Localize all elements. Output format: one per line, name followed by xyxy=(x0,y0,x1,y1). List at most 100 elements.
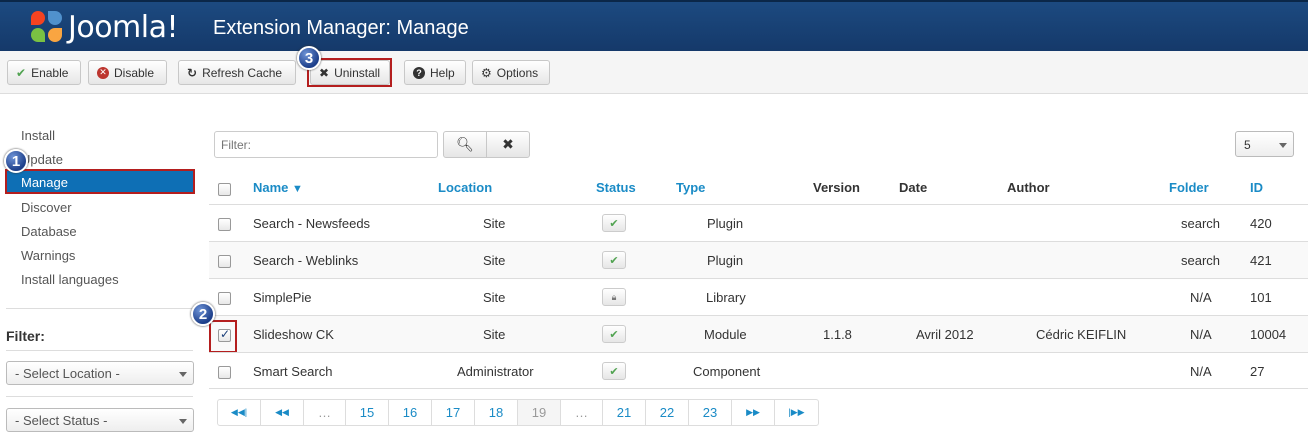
check-icon: ✔ xyxy=(16,65,27,80)
disable-button[interactable]: ✕ Disable xyxy=(88,60,167,85)
enable-button[interactable]: ✔ Enable xyxy=(7,60,81,85)
column-header-location[interactable]: Location xyxy=(438,180,492,195)
row-id: 420 xyxy=(1250,216,1272,231)
chevron-down-icon: ▼ xyxy=(292,183,303,195)
chevron-down-icon xyxy=(1279,143,1287,148)
list-limit-value: 5 xyxy=(1244,138,1251,152)
row-location: Site xyxy=(483,216,506,231)
pagination-page-current: 19 xyxy=(518,400,561,425)
row-folder: N/A xyxy=(1190,364,1212,379)
check-icon: ✔ xyxy=(609,217,619,230)
pagination-ellipsis: … xyxy=(304,400,346,425)
lock-icon: 🔒︎ xyxy=(611,291,617,302)
sidebar-item-install[interactable]: Install xyxy=(21,128,55,143)
logo-text: Joomla! xyxy=(68,9,179,45)
column-header-type[interactable]: Type xyxy=(676,180,705,195)
row-version: 1.1.8 xyxy=(823,327,852,342)
select-location-dropdown[interactable]: - Select Location - xyxy=(6,361,194,385)
list-limit-select[interactable]: 5 xyxy=(1235,131,1294,157)
select-location-value: - Select Location - xyxy=(15,366,120,381)
enabled-status-button[interactable]: ✔ xyxy=(602,251,626,269)
sidebar-item-install-languages[interactable]: Install languages xyxy=(21,272,119,287)
prev-page-icon: ◀◀ xyxy=(275,407,289,417)
select-all-checkbox[interactable] xyxy=(218,183,231,196)
refresh-cache-button[interactable]: ↻ Refresh Cache xyxy=(178,60,296,85)
enabled-status-button[interactable]: ✔ xyxy=(602,214,626,232)
row-location: Site xyxy=(483,327,506,342)
column-header-author: Author xyxy=(1007,180,1050,195)
sidebar-divider-2 xyxy=(6,350,193,351)
row-location: Administrator xyxy=(457,364,534,379)
step-badge-2: 2 xyxy=(191,302,215,326)
manage-highlight xyxy=(5,169,195,194)
row-location: Site xyxy=(483,253,506,268)
table-row: Search - Weblinks Site ✔ Plugin search 4… xyxy=(209,241,1308,278)
row-checkbox[interactable] xyxy=(218,292,231,305)
enabled-status-button[interactable]: ✔ xyxy=(602,362,626,380)
enabled-status-button[interactable]: ✔ xyxy=(602,325,626,343)
check-icon: ✔ xyxy=(609,254,619,267)
row-id: 27 xyxy=(1250,364,1265,379)
question-icon: ? xyxy=(413,66,425,79)
pagination-ellipsis: … xyxy=(561,400,603,425)
pagination-page[interactable]: 16 xyxy=(389,400,432,425)
row-type: Plugin xyxy=(707,216,744,231)
row-name[interactable]: Search - Newsfeeds xyxy=(253,216,370,231)
step-badge-3: 3 xyxy=(297,46,321,70)
row-name[interactable]: Slideshow CK xyxy=(253,327,334,342)
help-label: Help xyxy=(430,65,455,80)
pagination-page[interactable]: 21 xyxy=(603,400,646,425)
pagination-page[interactable]: 23 xyxy=(689,400,732,425)
row-type: Module xyxy=(704,327,747,342)
pagination-next[interactable]: ▶▶ xyxy=(732,400,775,425)
joomla-logo-icon xyxy=(30,10,64,44)
checkbox-highlight xyxy=(209,320,237,353)
row-name[interactable]: SimplePie xyxy=(253,290,312,305)
table-row: Search - Newsfeeds Site ✔ Plugin search … xyxy=(209,204,1308,241)
help-button[interactable]: ? Help xyxy=(404,60,466,85)
pagination-first[interactable]: ◀◀| xyxy=(218,400,261,425)
row-id: 101 xyxy=(1250,290,1272,305)
toolbar: ✔ Enable ✕ Disable ↻ Refresh Cache ✖ Uni… xyxy=(0,51,1308,94)
row-location: Site xyxy=(483,290,506,305)
row-name[interactable]: Smart Search xyxy=(253,364,332,379)
column-header-name[interactable]: Name ▼ xyxy=(253,180,303,195)
column-header-date: Date xyxy=(899,180,928,195)
pagination-prev[interactable]: ◀◀ xyxy=(261,400,304,425)
pagination-page[interactable]: 17 xyxy=(432,400,475,425)
sidebar-divider xyxy=(6,308,193,309)
select-status-dropdown[interactable]: - Select Status - xyxy=(6,408,194,432)
joomla-logo[interactable]: Joomla! xyxy=(30,8,179,46)
search-button[interactable]: 🔍︎ xyxy=(443,131,487,158)
column-header-folder[interactable]: Folder xyxy=(1169,180,1209,195)
row-checkbox[interactable] xyxy=(218,255,231,268)
row-checkbox[interactable] xyxy=(218,366,231,379)
table-row: Smart Search Administrator ✔ Component N… xyxy=(209,352,1308,389)
pagination-page[interactable]: 15 xyxy=(346,400,389,425)
pagination-page[interactable]: 18 xyxy=(475,400,518,425)
disable-label: Disable xyxy=(114,65,155,80)
pagination-page[interactable]: 22 xyxy=(646,400,689,425)
row-name[interactable]: Search - Weblinks xyxy=(253,253,358,268)
options-button[interactable]: ⚙ Options xyxy=(472,60,550,85)
refresh-label: Refresh Cache xyxy=(202,65,283,80)
search-filter-input[interactable] xyxy=(214,131,438,158)
sidebar-filter-heading: Filter: xyxy=(6,328,45,344)
row-checkbox[interactable] xyxy=(218,218,231,231)
header-bar: Joomla! Extension Manager: Manage xyxy=(0,0,1308,51)
column-header-id[interactable]: ID xyxy=(1250,180,1263,195)
clear-button[interactable]: ✖ xyxy=(486,131,530,158)
row-date: Avril 2012 xyxy=(916,327,974,342)
next-page-icon: ▶▶ xyxy=(746,407,760,417)
sidebar-item-warnings[interactable]: Warnings xyxy=(21,248,75,263)
sidebar-item-database[interactable]: Database xyxy=(21,224,77,239)
enable-label: Enable xyxy=(31,65,69,80)
row-folder: search xyxy=(1181,253,1221,268)
pagination: ◀◀| ◀◀ … 15 16 17 18 19 … 21 22 23 ▶▶ |▶… xyxy=(217,399,819,426)
column-header-status[interactable]: Status xyxy=(596,180,636,195)
sidebar-item-discover[interactable]: Discover xyxy=(21,200,72,215)
table-row: Slideshow CK Site ✔ Module 1.1.8 Avril 2… xyxy=(209,315,1308,352)
column-header-version: Version xyxy=(813,180,860,195)
pagination-last[interactable]: |▶▶ xyxy=(775,400,818,425)
row-folder: N/A xyxy=(1190,290,1212,305)
